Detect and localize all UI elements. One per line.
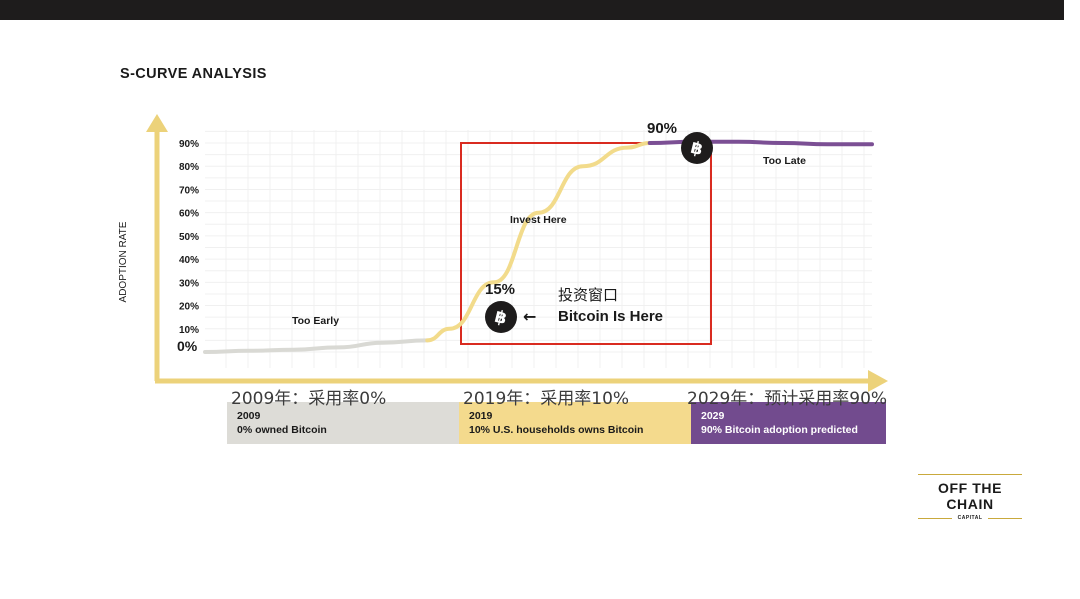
timeline-caption-2019: 2019年：采用率10% [463,389,630,409]
logo-line-left [918,517,952,519]
invest-window-cn-label: 投资窗口 [558,286,618,304]
y-tick-label: 20% [179,302,199,313]
timeline-text: 90% Bitcoin adoption predicted [701,424,858,436]
timeline-year: 2009 [237,410,261,422]
bitcoin-marker: ฿15% [485,281,517,333]
logo-line-right [988,517,1023,519]
too-late-label: Too Late [763,155,806,167]
timeline-year: 2019 [469,410,493,422]
y-axis-label: ADOPTION RATE [118,221,129,302]
brand-logo: OFF THE CHAIN CAPITAL [918,474,1023,521]
timeline-caption-2029: 2029年：预计采用率90% [687,389,888,409]
logo-name: OFF THE CHAIN [937,480,1003,512]
timeline-year: 2029 [701,410,725,422]
timeline-text: 10% U.S. households owns Bitcoin [469,424,644,436]
timeline-text: 0% owned Bitcoin [237,424,327,436]
y-axis-arrow-icon [146,114,168,132]
marker-value-label: 90% [647,120,677,137]
y-tick-label: 70% [179,185,199,196]
logo-sub-wrap: CAPITAL [918,515,1023,521]
y-tick-label: 50% [179,232,199,243]
curve-early [203,338,430,354]
marker-value-label: 15% [485,281,515,298]
y-tick-label: 90% [179,139,199,150]
logo-sub: CAPITAL [957,515,983,521]
y-tick-label: 80% [179,162,199,173]
y-tick-label: 30% [179,278,199,289]
logo-rule [918,474,1022,475]
invest-here-label: Invest Here [510,214,567,226]
timeline-caption-2009: 2009年：采用率0% [231,389,387,409]
bitcoin-is-here-label: Bitcoin Is Here [558,308,663,325]
y-tick-label: 40% [179,255,199,266]
y-tick-label: 10% [179,325,199,336]
too-early-label: Too Early [292,315,339,327]
y-tick-labels: 10% 20% 30% 40% 50% 60% 70% 80% 90% [179,139,199,336]
y-tick-label: 60% [179,209,199,220]
zero-percent-label: 0% [177,338,198,354]
arrow-left-icon: ← [523,307,536,326]
